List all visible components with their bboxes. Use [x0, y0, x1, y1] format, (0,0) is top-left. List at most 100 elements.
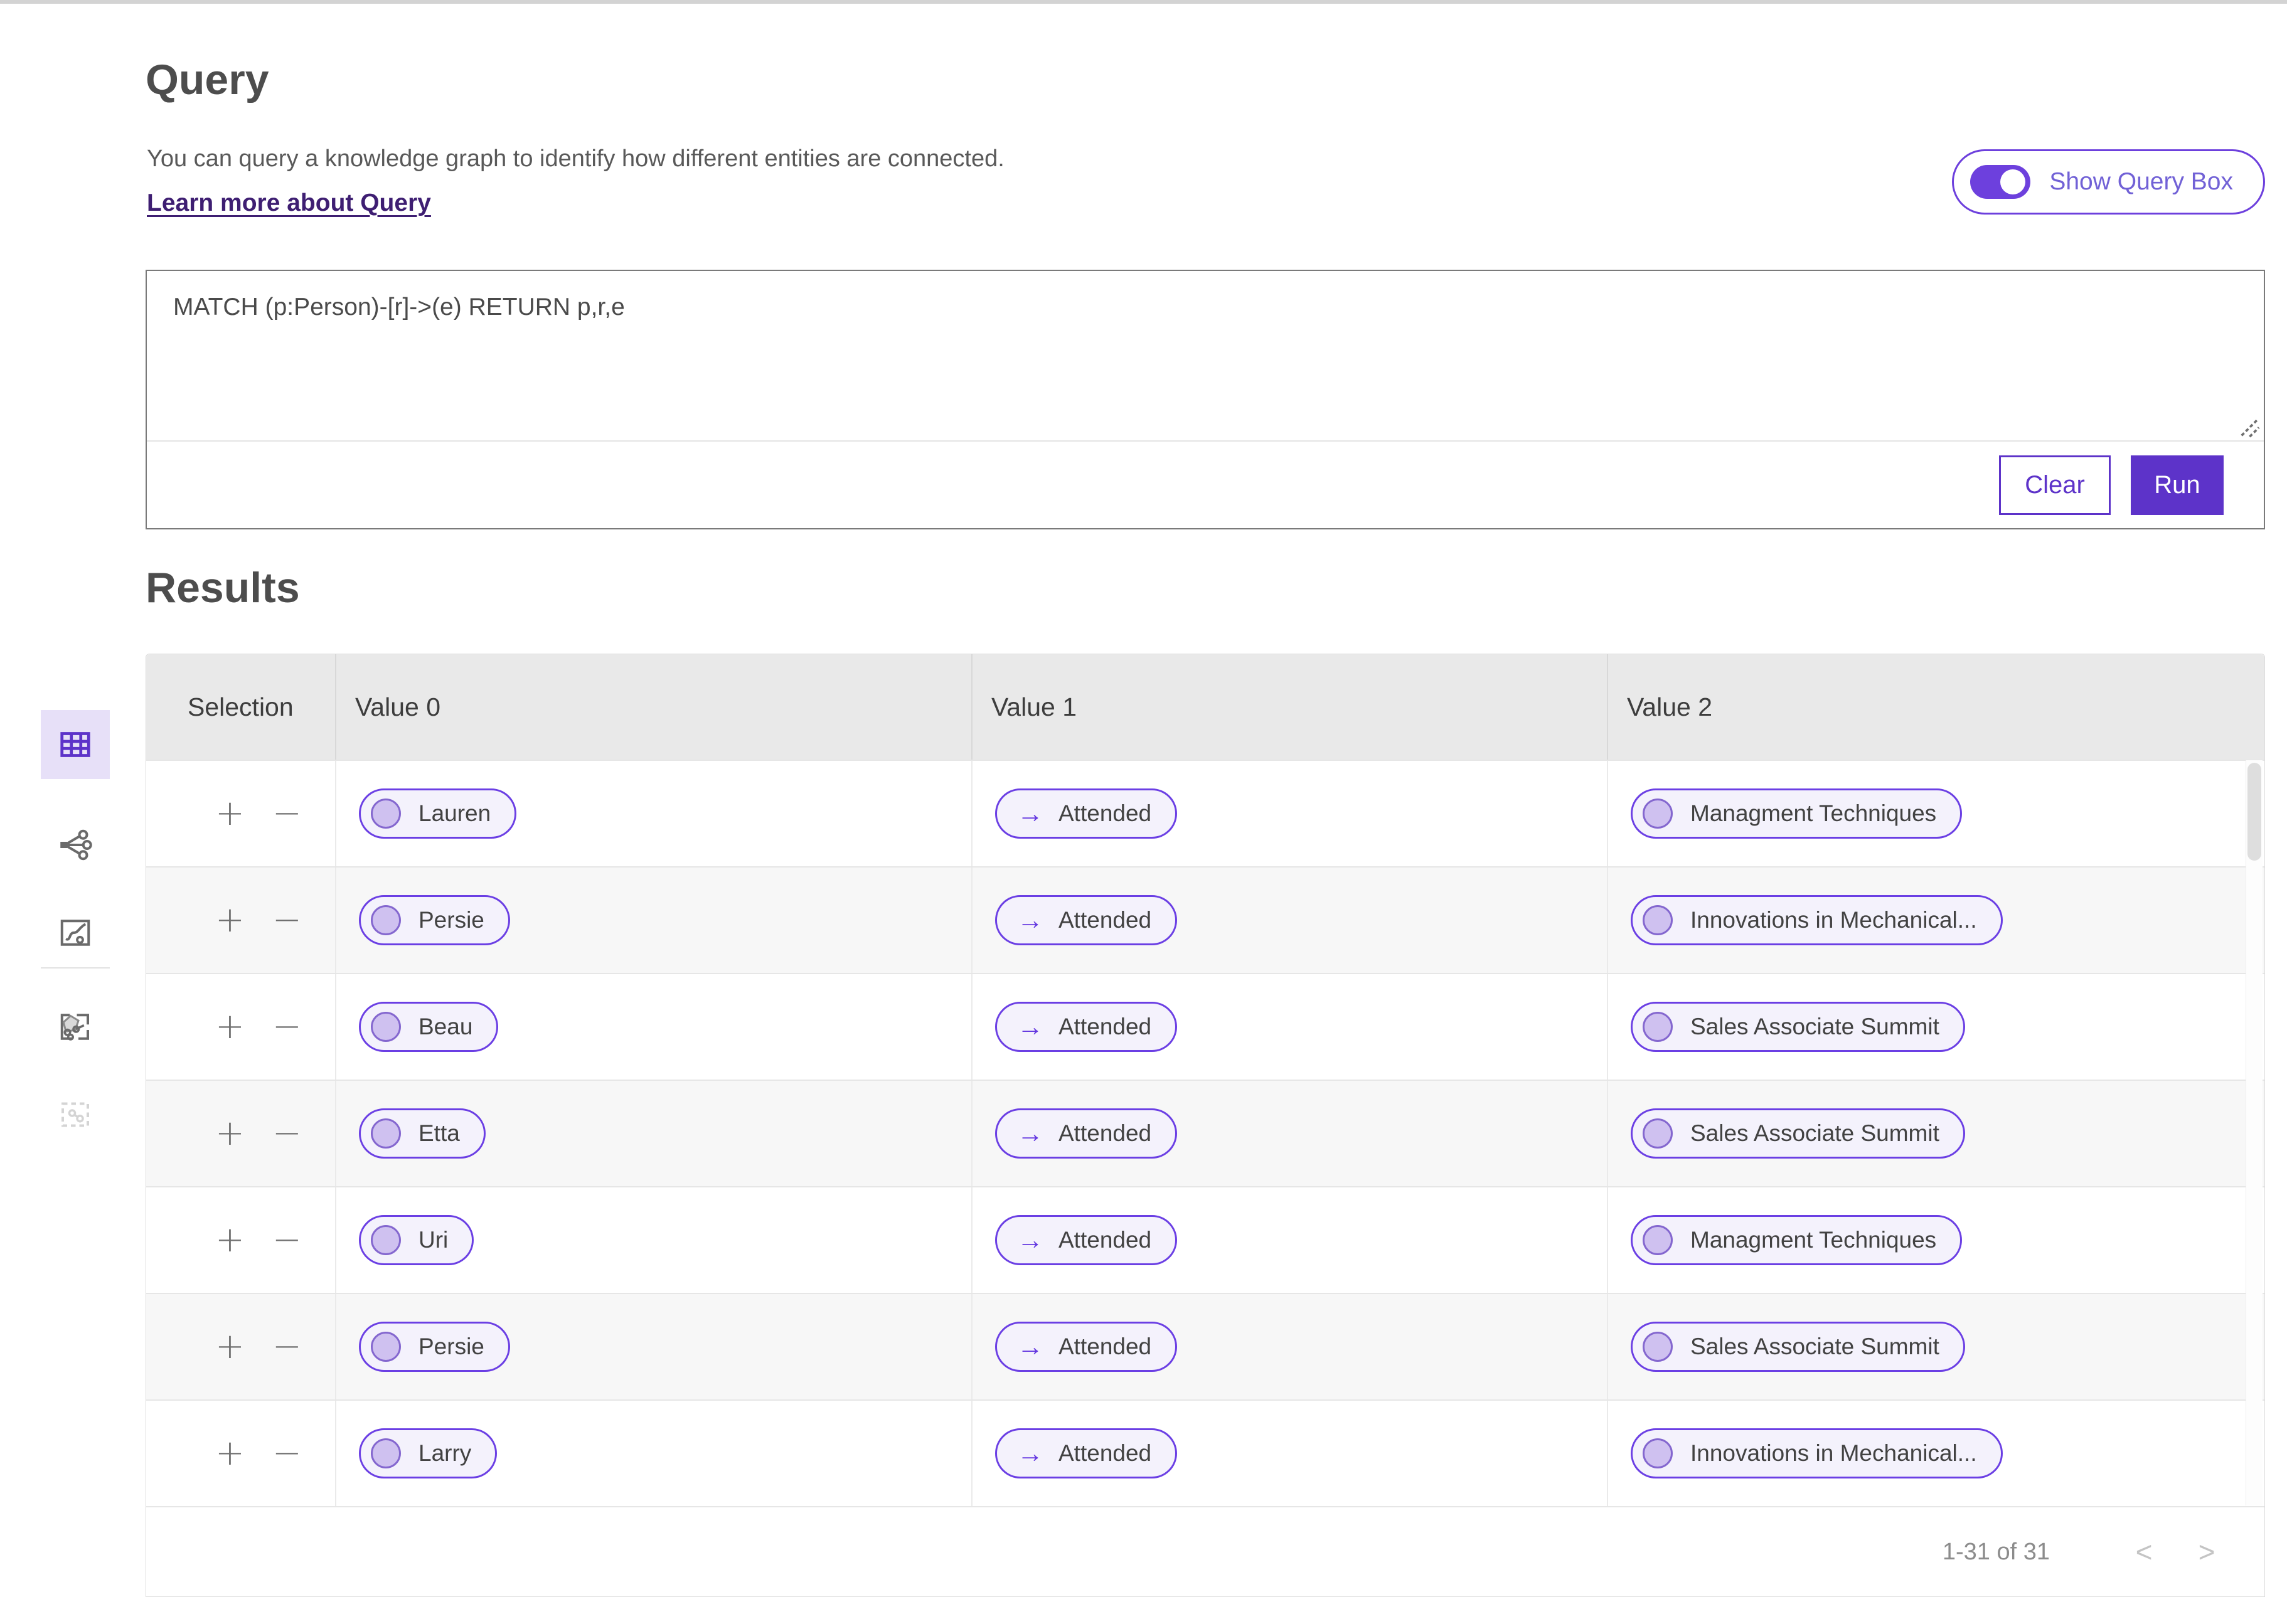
remove-from-selection-button[interactable]: −: [272, 1009, 302, 1044]
entity-label: Uri: [418, 1227, 448, 1253]
node-circle-icon: [1643, 1225, 1673, 1255]
node-circle-icon: [371, 1225, 401, 1255]
entity-label: Persie: [418, 1334, 484, 1360]
node-circle-icon: [1643, 905, 1673, 935]
run-button[interactable]: Run: [2131, 455, 2224, 515]
arrow-right-icon: →: [1017, 1120, 1043, 1147]
textarea-resize-handle[interactable]: [2232, 410, 2260, 438]
learn-more-link[interactable]: Learn more about Query: [147, 189, 431, 217]
entity-pill[interactable]: Larry: [359, 1428, 497, 1478]
graph-box-view-icon: [56, 1008, 94, 1046]
relation-pill[interactable]: → Attended: [995, 1002, 1177, 1052]
entity-pill[interactable]: Managment Techniques: [1631, 1215, 1962, 1265]
graph-view-icon: [56, 826, 94, 864]
table-pagination-bar: 1-31 of 31 < >: [146, 1506, 2264, 1596]
pagination-range-label: 1-31 of 31: [1943, 1539, 2050, 1566]
pagination-prev-button[interactable]: <: [2124, 1535, 2164, 1569]
relation-label: Attended: [1058, 1334, 1151, 1360]
node-circle-icon: [371, 1012, 401, 1042]
results-title: Results: [146, 563, 300, 612]
entity-pill[interactable]: Sales Associate Summit: [1631, 1108, 1965, 1159]
sidebar-item-graph-view[interactable]: [41, 810, 110, 879]
page-description: You can query a knowledge graph to ident…: [147, 146, 1005, 172]
column-header-value1: Value 1: [973, 654, 1608, 760]
node-circle-icon: [1643, 1118, 1673, 1149]
table-view-icon: [56, 726, 94, 763]
query-actions-bar: Clear Run: [147, 442, 2264, 528]
arrow-right-icon: →: [1017, 907, 1043, 933]
pagination-next-button[interactable]: >: [2187, 1535, 2227, 1569]
results-view-rail: [41, 710, 110, 1149]
arrow-right-icon: →: [1017, 1014, 1043, 1040]
remove-from-selection-button[interactable]: −: [272, 1436, 302, 1471]
node-circle-icon: [371, 799, 401, 829]
entity-label: Innovations in Mechanical...: [1690, 907, 1977, 933]
add-to-selection-button[interactable]: +: [215, 1223, 245, 1258]
remove-from-selection-button[interactable]: −: [272, 1329, 302, 1364]
node-circle-icon: [1643, 799, 1673, 829]
remove-from-selection-button[interactable]: −: [272, 903, 302, 938]
add-to-selection-button[interactable]: +: [215, 1329, 245, 1364]
table-row: + − Uri →Attended Managment Techniques: [146, 1186, 2264, 1293]
entity-label: Etta: [418, 1120, 460, 1147]
relation-pill[interactable]: →Attended: [995, 1215, 1177, 1265]
node-circle-icon: [371, 905, 401, 935]
selection-box-view-icon: [56, 1096, 94, 1133]
relation-pill[interactable]: → Attended: [995, 1322, 1177, 1372]
remove-from-selection-button[interactable]: −: [272, 796, 302, 831]
entity-pill[interactable]: Managment Techniques: [1631, 788, 1962, 839]
query-input[interactable]: MATCH (p:Person)-[r]->(e) RETURN p,r,e: [147, 271, 2264, 440]
table-row: + − Lauren →Attended Managment Technique…: [146, 760, 2264, 866]
show-query-box-toggle[interactable]: Show Query Box: [1952, 149, 2265, 215]
page-title: Query: [146, 55, 269, 104]
entity-pill[interactable]: Innovations in Mechanical...: [1631, 1428, 2003, 1478]
entity-pill[interactable]: Persie: [359, 1322, 510, 1372]
add-to-selection-button[interactable]: +: [215, 1436, 245, 1471]
table-row: + − Etta → Attended Sales Associate Summi…: [146, 1080, 2264, 1186]
add-to-selection-button[interactable]: +: [215, 796, 245, 831]
node-circle-icon: [371, 1332, 401, 1362]
entity-label: Managment Techniques: [1690, 800, 1936, 827]
toggle-switch-icon[interactable]: [1970, 165, 2030, 199]
scrollbar-thumb[interactable]: [2247, 763, 2261, 861]
sidebar-item-selection-box-view: [41, 1080, 110, 1149]
add-to-selection-button[interactable]: +: [215, 1009, 245, 1044]
relation-pill[interactable]: → Attended: [995, 1108, 1177, 1159]
sidebar-item-graph-box-view[interactable]: [41, 992, 110, 1061]
sidebar-item-map-view[interactable]: [41, 898, 110, 967]
relation-pill[interactable]: →Attended: [995, 895, 1177, 945]
remove-from-selection-button[interactable]: −: [272, 1116, 302, 1151]
relation-pill[interactable]: →Attended: [995, 788, 1177, 839]
node-circle-icon: [1643, 1012, 1673, 1042]
relation-label: Attended: [1058, 1120, 1151, 1147]
entity-pill[interactable]: Persie: [359, 895, 510, 945]
entity-pill[interactable]: Lauren: [359, 788, 516, 839]
entity-pill[interactable]: Uri: [359, 1215, 474, 1265]
results-table: Selection Value 0 Value 1 Value 2 + − La…: [146, 654, 2265, 1597]
arrow-right-icon: →: [1017, 800, 1043, 827]
entity-label: Managment Techniques: [1690, 1227, 1936, 1253]
entity-pill[interactable]: Etta: [359, 1108, 486, 1159]
node-circle-icon: [1643, 1332, 1673, 1362]
table-scrollbar[interactable]: [2246, 760, 2263, 1505]
remove-from-selection-button[interactable]: −: [272, 1223, 302, 1258]
add-to-selection-button[interactable]: +: [215, 1116, 245, 1151]
column-header-value2: Value 2: [1608, 654, 2264, 760]
entity-label: Persie: [418, 907, 484, 933]
toggle-label: Show Query Box: [2049, 168, 2233, 196]
sidebar-item-table-view[interactable]: [41, 710, 110, 779]
add-to-selection-button[interactable]: +: [215, 903, 245, 938]
entity-label: Larry: [418, 1440, 471, 1467]
entity-pill[interactable]: Sales Associate Summit: [1631, 1002, 1965, 1052]
map-view-icon: [56, 914, 94, 952]
entity-pill[interactable]: Beau: [359, 1002, 498, 1052]
relation-pill[interactable]: →Attended: [995, 1428, 1177, 1478]
arrow-right-icon: →: [1017, 1334, 1043, 1360]
relation-label: Attended: [1058, 1014, 1151, 1040]
arrow-right-icon: →: [1017, 1440, 1043, 1467]
entity-label: Sales Associate Summit: [1690, 1334, 1939, 1360]
entity-label: Sales Associate Summit: [1690, 1120, 1939, 1147]
entity-pill[interactable]: Innovations in Mechanical...: [1631, 895, 2003, 945]
entity-pill[interactable]: Sales Associate Summit: [1631, 1322, 1965, 1372]
clear-button[interactable]: Clear: [1999, 455, 2111, 515]
